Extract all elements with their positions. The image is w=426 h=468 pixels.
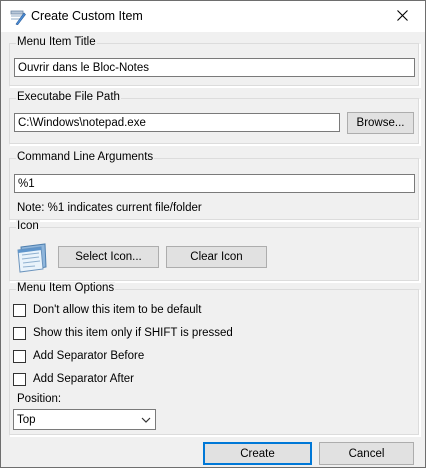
select-icon-button-label: Select Icon... bbox=[75, 251, 142, 263]
app-icon bbox=[10, 9, 26, 26]
chevron-down-icon bbox=[141, 415, 151, 427]
arguments-legend: Command Line Arguments bbox=[16, 151, 155, 163]
arguments-note: Note: %1 indicates current file/folder bbox=[17, 202, 202, 214]
create-button-label: Create bbox=[240, 447, 275, 460]
icon-legend: Icon bbox=[16, 220, 40, 232]
menu-item-title-input[interactable]: Ouvrir dans le Bloc-Notes bbox=[14, 58, 415, 77]
close-icon bbox=[396, 9, 408, 24]
option-label: Don't allow this item to be default bbox=[33, 304, 202, 316]
position-label: Position: bbox=[17, 393, 62, 405]
arguments-input[interactable]: %1 bbox=[14, 174, 415, 193]
select-icon-button[interactable]: Select Icon... bbox=[58, 246, 159, 268]
close-button[interactable] bbox=[379, 1, 425, 32]
browse-button[interactable]: Browse... bbox=[347, 112, 414, 134]
option-no-default[interactable]: Don't allow this item to be default bbox=[13, 302, 201, 318]
option-label: Add Separator After bbox=[33, 373, 135, 385]
browse-button-label: Browse... bbox=[356, 117, 405, 129]
menu-item-title-legend: Menu Item Title bbox=[16, 36, 97, 48]
option-label: Show this item only if SHIFT is pressed bbox=[33, 327, 233, 339]
notepad-icon bbox=[15, 241, 49, 273]
position-value: Top bbox=[17, 413, 36, 426]
checkbox[interactable] bbox=[13, 303, 26, 317]
title-bar[interactable]: Create Custom Item bbox=[1, 1, 425, 32]
window-title: Create Custom Item bbox=[31, 9, 143, 23]
option-shift-only[interactable]: Show this item only if SHIFT is pressed bbox=[13, 325, 233, 341]
position-select[interactable]: Top bbox=[13, 409, 156, 430]
cancel-button[interactable]: Cancel bbox=[319, 442, 414, 465]
executable-path-input[interactable]: C:\Windows\notepad.exe bbox=[14, 113, 340, 132]
option-separator-before[interactable]: Add Separator Before bbox=[13, 348, 144, 364]
checkbox[interactable] bbox=[13, 326, 26, 340]
menu-item-options-legend: Menu Item Options bbox=[16, 282, 116, 294]
checkbox[interactable] bbox=[13, 349, 26, 363]
clear-icon-button-label: Clear Icon bbox=[190, 251, 243, 263]
create-button[interactable]: Create bbox=[203, 442, 312, 465]
executable-path-legend: Executabe File Path bbox=[16, 91, 121, 103]
option-separator-after[interactable]: Add Separator After bbox=[13, 371, 134, 387]
clear-icon-button[interactable]: Clear Icon bbox=[166, 246, 267, 268]
dialog-window: Create Custom Item Menu Item Title Ouvri… bbox=[0, 0, 426, 468]
option-label: Add Separator Before bbox=[33, 350, 145, 362]
checkbox[interactable] bbox=[13, 372, 26, 386]
cancel-button-label: Cancel bbox=[348, 447, 385, 460]
